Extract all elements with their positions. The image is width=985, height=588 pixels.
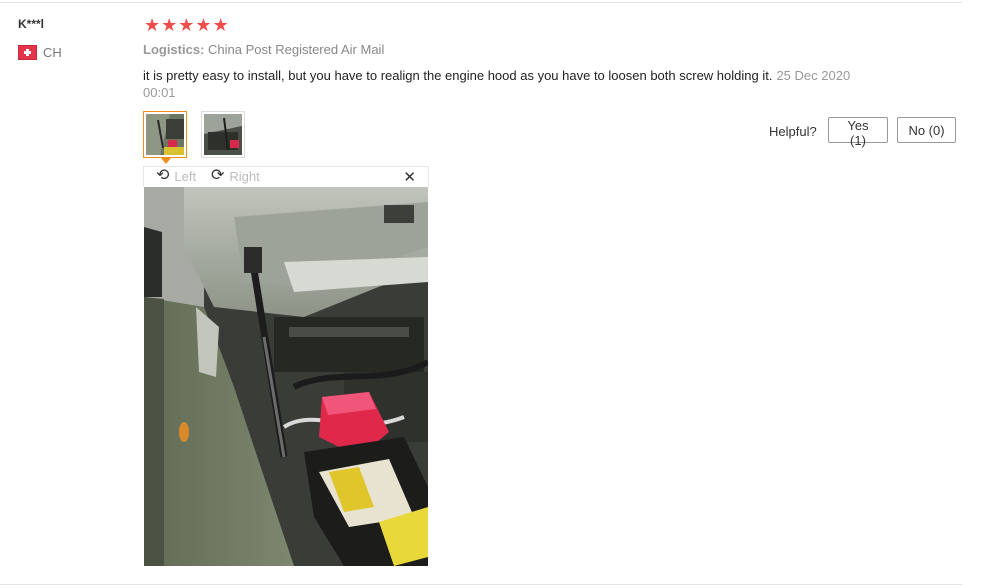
logistics-label: Logistics: bbox=[143, 42, 205, 57]
rotate-right-label: Right bbox=[229, 168, 260, 184]
helpful-yes-button[interactable]: Yes (1) bbox=[828, 117, 888, 148]
country-code: CH bbox=[43, 44, 62, 60]
rotate-left-label: Left bbox=[174, 168, 197, 184]
review-photo-thumbnail-2[interactable] bbox=[201, 111, 245, 158]
photo-thumbnail-image bbox=[146, 114, 184, 155]
logistics-info: Logistics: China Post Registered Air Mai… bbox=[143, 42, 384, 57]
photo-thumbnail-image bbox=[204, 114, 242, 155]
engine-bay-thumbnail bbox=[204, 114, 242, 155]
swiss-flag-icon bbox=[18, 44, 37, 60]
engine-bay-photo bbox=[144, 187, 428, 566]
review-body: it is pretty easy to install, but you ha… bbox=[143, 68, 773, 83]
star-icon: ★ bbox=[212, 15, 229, 35]
image-viewer-toolbar: ⟲ Left ⟳ Right ✕ bbox=[143, 166, 429, 187]
logistics-value: China Post Registered Air Mail bbox=[208, 42, 385, 57]
rotate-right-icon: ⟳ bbox=[211, 167, 225, 184]
rotate-right-button[interactable]: ⟳ Right bbox=[211, 168, 260, 184]
rotate-left-icon: ⟲ bbox=[156, 167, 170, 184]
engine-bay-thumbnail bbox=[146, 114, 184, 155]
active-thumbnail-caret bbox=[161, 158, 171, 164]
star-icon: ★ bbox=[161, 15, 178, 35]
review-photo-thumbnail-1[interactable] bbox=[143, 111, 187, 158]
star-icon: ★ bbox=[195, 15, 212, 35]
star-rating: ★ ★ ★ ★ ★ bbox=[144, 15, 229, 35]
close-icon[interactable]: ✕ bbox=[403, 168, 416, 186]
helpful-no-button[interactable]: No (0) bbox=[897, 117, 956, 143]
star-icon: ★ bbox=[178, 15, 195, 35]
reviewer-country: CH bbox=[18, 44, 62, 60]
rotate-left-button[interactable]: ⟲ Left bbox=[156, 168, 196, 184]
star-icon: ★ bbox=[144, 15, 161, 35]
reviewer-name: K***l bbox=[18, 17, 45, 31]
bottom-divider bbox=[0, 584, 962, 585]
enlarged-review-photo bbox=[144, 187, 428, 566]
helpful-label: Helpful? bbox=[769, 124, 817, 139]
top-divider bbox=[0, 2, 962, 3]
review-text: it is pretty easy to install, but you ha… bbox=[143, 67, 873, 101]
